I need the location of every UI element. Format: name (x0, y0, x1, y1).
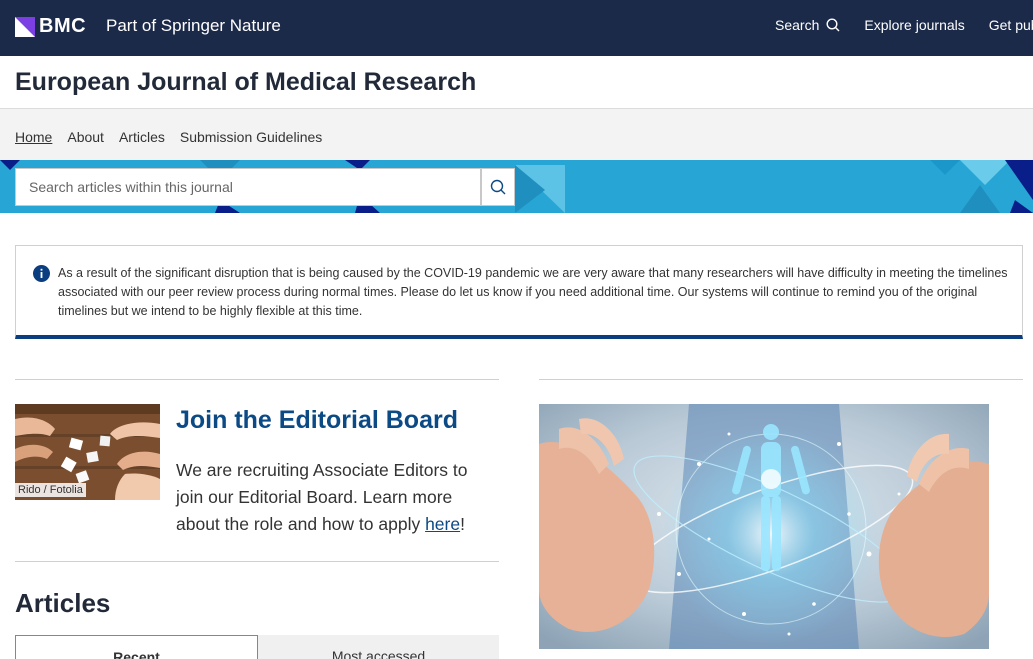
editorial-board-title[interactable]: Join the Editorial Board (176, 406, 458, 435)
top-header: BMC Part of Springer Nature Search Explo… (0, 0, 1033, 56)
nav-item-articles[interactable]: Articles (119, 129, 165, 145)
nav-item-submission-guidelines[interactable]: Submission Guidelines (180, 129, 322, 145)
info-icon (33, 265, 50, 282)
bmc-logo-icon (15, 16, 35, 37)
tab-recent[interactable]: Recent (15, 635, 258, 659)
journal-search-button[interactable] (481, 168, 515, 206)
apply-here-link[interactable]: here (425, 514, 460, 534)
promo-body-end: ! (460, 514, 465, 534)
hologram-hands-image (539, 404, 989, 649)
editorial-board-body: We are recruiting Associate Editors to j… (176, 457, 496, 538)
explore-journals-link[interactable]: Explore journals (864, 17, 964, 33)
search-icon (490, 179, 506, 195)
journal-search-input[interactable] (15, 168, 481, 206)
search-link[interactable]: Search (775, 17, 840, 33)
brand-tagline: Part of Springer Nature (106, 16, 281, 35)
get-published-link[interactable]: Get pub (989, 17, 1033, 33)
divider (539, 379, 1023, 380)
journal-nav: Home About Articles Submission Guideline… (0, 108, 1033, 160)
divider (15, 561, 499, 562)
search-link-label: Search (775, 17, 820, 33)
search-banner (0, 160, 1033, 213)
bmc-logo[interactable]: BMC (15, 15, 86, 38)
articles-heading: Articles (15, 588, 111, 618)
covid-notice: As a result of the significant disruptio… (15, 245, 1023, 339)
search-icon (826, 18, 840, 32)
tab-most-accessed[interactable]: Most accessed (258, 635, 499, 659)
brand-name: BMC (39, 15, 87, 37)
nav-item-about[interactable]: About (67, 129, 104, 145)
notice-text: As a result of the significant disruptio… (58, 266, 1008, 318)
nav-item-home[interactable]: Home (15, 129, 52, 145)
promo-body-text: We are recruiting Associate Editors to j… (176, 460, 468, 534)
divider (15, 379, 499, 380)
image-credit: Rido / Fotolia (15, 483, 86, 497)
journal-title[interactable]: European Journal of Medical Research (15, 68, 476, 97)
top-nav: Search Explore journals Get pub (775, 17, 1033, 33)
medical-hologram-image[interactable] (539, 404, 989, 649)
articles-tabs: Recent Most accessed (15, 635, 499, 659)
